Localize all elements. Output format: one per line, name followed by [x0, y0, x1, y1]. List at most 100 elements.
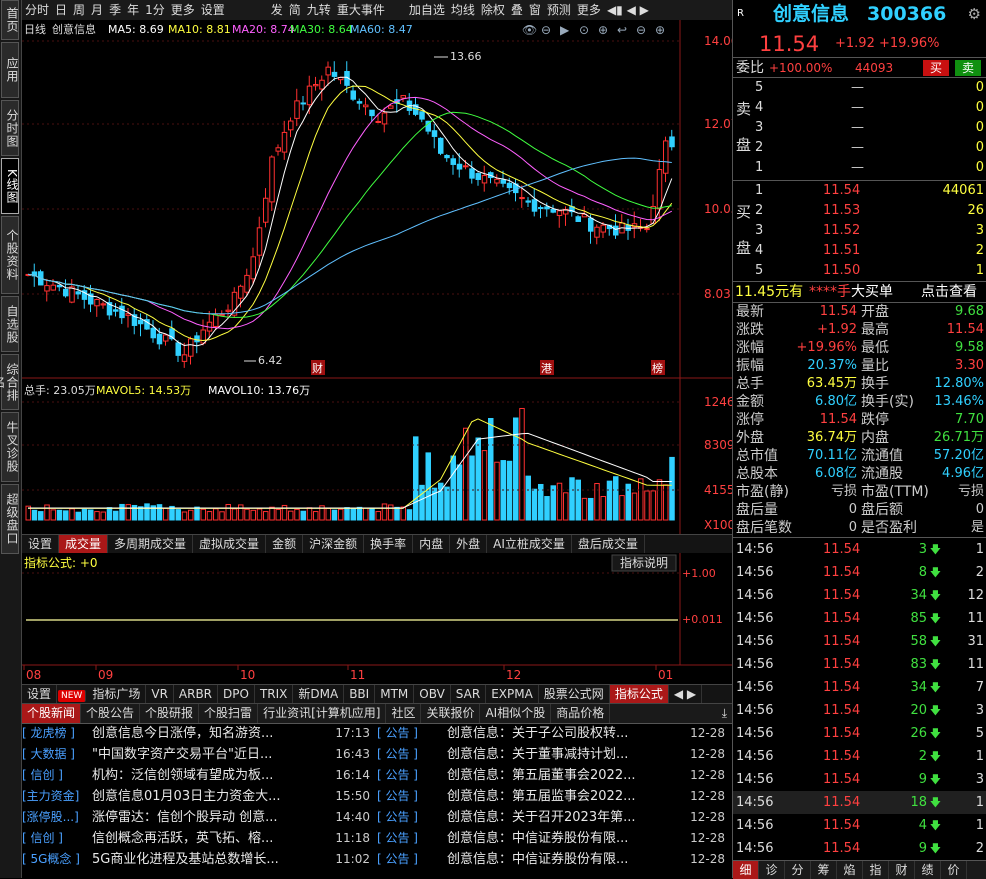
book-row[interactable]: 4 11.51 2 — [733, 241, 986, 261]
tick-row[interactable]: 14:56 11.54 3 🡇 1 — [733, 538, 986, 561]
toolbar-item-10[interactable]: 简 — [286, 0, 304, 20]
left-tab-5[interactable]: 自选股 — [1, 296, 19, 352]
news-title[interactable]: 信创概念再活跃，英飞拓、榕... — [92, 828, 307, 849]
news-item[interactable]: [ 信创 ] 信创概念再活跃，英飞拓、榕... 11:18 — [22, 828, 374, 849]
toolbar-item-13[interactable]: 加自选 — [406, 0, 448, 20]
news-item[interactable]: [ 公告 ] 创意信息：关于董事减持计划... 12-28 — [377, 744, 729, 765]
news-tab-0[interactable]: 个股新闻 — [22, 704, 82, 723]
news-tab-1[interactable]: 个股公告 — [81, 704, 141, 723]
download-icon[interactable]: ⤓ — [717, 704, 732, 723]
toolbar-item-14[interactable]: 均线 — [448, 0, 478, 20]
indicator-tab-9[interactable]: MTM — [375, 685, 415, 703]
vol-tab-0[interactable]: 设置 — [22, 535, 60, 553]
right-tab-8[interactable]: 价 — [941, 861, 967, 879]
book-row[interactable]: 4 — 0 — [733, 98, 986, 118]
book-row[interactable]: 5 — 0 — [733, 78, 986, 98]
stock-name[interactable]: 创意信息 — [773, 2, 849, 26]
toolbar-item-11[interactable]: 九转 — [304, 0, 334, 20]
chart-tool-icon[interactable]: ▶ — [560, 23, 570, 37]
toolbar-item-9[interactable]: 发 — [268, 0, 286, 20]
news-item[interactable]: [ 5G概念 ] 5G商业化进程及基站总数增长... 11:02 — [22, 849, 374, 870]
toolbar-item-7[interactable]: 更多 — [168, 0, 198, 20]
news-item[interactable]: [ 公告 ] 创意信息：关于子公司股权转... 12-28 — [377, 723, 729, 744]
gear-icon[interactable]: ⚙ — [968, 2, 981, 26]
right-tab-2[interactable]: 分 — [785, 861, 811, 879]
indicator-tab-4[interactable]: ARBR — [174, 685, 219, 703]
left-tab-6[interactable]: 综合排名 — [0, 354, 19, 410]
vol-tab-1[interactable]: 成交量 — [59, 535, 109, 553]
left-tab-3[interactable]: K线图 — [1, 158, 19, 214]
tick-list[interactable]: 14:56 11.54 3 🡇 1 14:56 11.54 8 🡇 2 14:56 11.54 34 🡇 1… — [733, 537, 986, 860]
left-tab-4[interactable]: 个股资料 — [1, 216, 19, 294]
event-marker[interactable]: 榜 — [652, 361, 663, 375]
book-row[interactable]: 2 11.53 26 — [733, 201, 986, 221]
indicator-tab-0[interactable]: 设置 — [22, 685, 58, 703]
tick-row[interactable]: 14:56 11.54 9 🡇 2 — [733, 837, 986, 860]
kline-chart-area[interactable]: 14.06 12.07 10.05 8.03 日线创意信息 MA5: 8.69 MA10: … — [22, 20, 742, 538]
toolbar-item-16[interactable]: 叠 — [508, 0, 526, 20]
news-item[interactable]: [ 公告 ] 创意信息：中信证券股份有限... 12-28 — [377, 849, 729, 870]
stock-code[interactable]: 300366 — [867, 2, 946, 26]
toolbar-item-5[interactable]: 年 — [124, 0, 142, 20]
vol-tab-6[interactable]: 换手率 — [364, 535, 414, 553]
book-row[interactable]: 2 — 0 — [733, 138, 986, 158]
toolbar-item-18[interactable]: 预测 — [544, 0, 574, 20]
news-item[interactable]: [主力资金] 创意信息01月03日主力资金大... 15:50 — [22, 786, 374, 807]
news-tab-8[interactable]: 商品价格 — [551, 704, 611, 723]
news-item[interactable]: [涨停股...] 涨停雷达：信创个股异动 创意... 14:40 — [22, 807, 374, 828]
news-item[interactable]: [ 龙虎榜 ] 创意信息今日涨停，知名游资... 17:13 — [22, 723, 374, 744]
right-tab-5[interactable]: 指 — [863, 861, 889, 879]
news-tab-6[interactable]: 关联报价 — [421, 704, 481, 723]
tick-row[interactable]: 14:56 11.54 8 🡇 2 — [733, 561, 986, 584]
indicator-tab-13[interactable]: 股票公式网 — [539, 685, 610, 703]
news-tab-5[interactable]: 社区 — [386, 704, 422, 723]
tick-row[interactable]: 14:56 11.54 2 🡇 1 — [733, 745, 986, 768]
toolbar-item-0[interactable]: 分时 — [22, 0, 52, 20]
right-tab-0[interactable]: 细 — [733, 861, 759, 879]
right-tab-6[interactable]: 财 — [889, 861, 915, 879]
left-tab-1[interactable]: 应用 — [1, 42, 19, 98]
left-tab-0[interactable]: 首页 — [1, 0, 19, 40]
toolbar-item-6[interactable]: 1分 — [142, 0, 168, 20]
news-title[interactable]: 创意信息：关于董事减持计划... — [447, 744, 662, 765]
toolbar-item-17[interactable]: 窗 — [526, 0, 544, 20]
news-title[interactable]: 创意信息：关于召开2023年第... — [447, 807, 662, 828]
big-order-row[interactable]: 11.45元有 ****手 大买单 点击查看 — [733, 281, 986, 302]
event-marker[interactable]: 财 — [312, 361, 323, 375]
vol-tab-8[interactable]: 外盘 — [450, 535, 488, 553]
toolbar-item-4[interactable]: 季 — [106, 0, 124, 20]
news-title[interactable]: 创意信息：关于子公司股权转... — [447, 723, 662, 744]
toolbar-item-19[interactable]: 更多 — [574, 0, 604, 20]
chart-tool-icon[interactable]: ⊕ — [655, 23, 665, 37]
news-title[interactable]: 创意信息：中信证券股份有限... — [447, 828, 662, 849]
tick-row[interactable]: 14:56 11.54 83 🡇 11 — [733, 653, 986, 676]
book-row[interactable]: 1 — 0 — [733, 158, 986, 178]
sell-button[interactable]: 卖 — [955, 60, 981, 76]
tick-row[interactable]: 14:56 11.54 34 🡇 12 — [733, 584, 986, 607]
kline-chart[interactable]: 14.06 12.07 10.05 8.03 日线创意信息 MA5: 8.69 MA10: … — [22, 20, 742, 538]
left-tab-8[interactable]: 超级盘口 — [1, 484, 19, 554]
indicator-tab-11[interactable]: SAR — [451, 685, 487, 703]
news-title[interactable]: 涨停雷达：信创个股异动 创意... — [92, 807, 307, 828]
news-title[interactable]: 创意信息：第五届监事会2022... — [447, 786, 662, 807]
news-item[interactable]: [ 信创 ] 机构：泛信创领域有望成为板... 16:14 — [22, 765, 374, 786]
left-tab-2[interactable]: 分时图 — [1, 100, 19, 156]
vol-tab-9[interactable]: AI立桩成交量 — [487, 535, 572, 553]
indicator-tab-2[interactable]: 指标广场 — [87, 685, 147, 703]
news-title[interactable]: 创意信息：第五届董事会2022... — [447, 765, 662, 786]
news-tab-7[interactable]: AI相似个股 — [480, 704, 552, 723]
chart-tool-icon[interactable]: ⊖ — [541, 23, 551, 37]
big-order-link[interactable]: 点击查看 — [921, 282, 977, 302]
vol-tab-2[interactable]: 多周期成交量 — [108, 535, 194, 553]
news-title[interactable]: "中国数字资产交易平台"近日... — [92, 744, 307, 765]
toolbar-item-3[interactable]: 月 — [88, 0, 106, 20]
toolbar-item-1[interactable]: 日 — [52, 0, 70, 20]
chart-tool-icon[interactable]: 👁 — [522, 23, 537, 37]
tick-row[interactable]: 14:56 11.54 18 🡇 1 — [733, 791, 986, 814]
vol-tab-5[interactable]: 沪深金额 — [303, 535, 365, 553]
tick-row[interactable]: 14:56 11.54 9 🡇 3 — [733, 768, 986, 791]
news-item[interactable]: [ 公告 ] 创意信息：第五届监事会2022... 12-28 — [377, 786, 729, 807]
tabs-scroll-icon[interactable]: ◀ ▶ — [669, 685, 703, 703]
toolbar-item-12[interactable]: 重大事件 — [334, 0, 388, 20]
panel-toggle-icon[interactable]: ◀▮ ◀ ▶ — [604, 0, 652, 20]
